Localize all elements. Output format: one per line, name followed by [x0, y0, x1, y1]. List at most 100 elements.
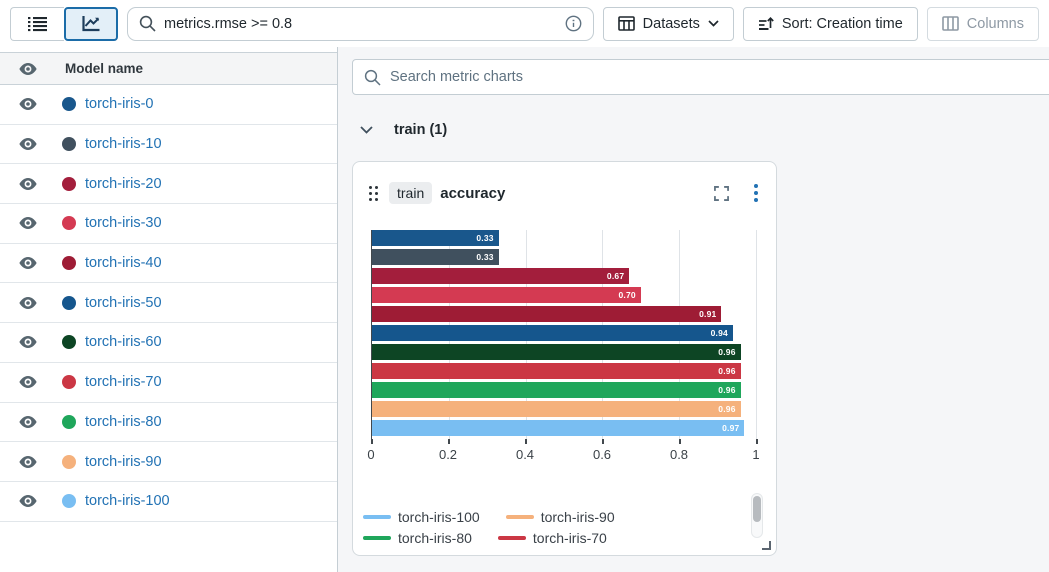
visibility-toggle-icon[interactable]: [19, 375, 39, 389]
run-color-dot: [62, 414, 76, 429]
list-view-button[interactable]: [10, 6, 64, 41]
bar-value-label: 0.33: [476, 251, 494, 262]
legend-item-torch-iris-70[interactable]: torch-iris-70: [497, 528, 607, 548]
chart-card-header: train accuracy: [353, 162, 776, 230]
visibility-toggle-icon[interactable]: [19, 177, 39, 191]
bar-row: 0.96: [372, 363, 756, 382]
metric-section-tag: train: [389, 182, 433, 204]
legend-item-torch-iris-90[interactable]: torch-iris-90: [505, 507, 615, 527]
runs-search-box: [127, 6, 594, 41]
columns-button[interactable]: Columns: [926, 6, 1039, 41]
visibility-toggle-icon[interactable]: [19, 415, 39, 429]
x-axis-ticks: [371, 439, 758, 445]
section-train[interactable]: train (1): [360, 122, 1049, 138]
chevron-down-icon: [708, 20, 719, 27]
tick-mark: [756, 439, 758, 444]
bar-row: 0.96: [372, 401, 756, 420]
model-row[interactable]: torch-iris-10: [0, 124, 337, 165]
visibility-toggle-icon[interactable]: [19, 256, 39, 270]
card-resize-handle[interactable]: [762, 541, 771, 550]
model-name-link[interactable]: torch-iris-40: [85, 255, 162, 271]
visibility-toggle-icon[interactable]: [19, 216, 39, 230]
tick-mark: [525, 439, 527, 444]
bar-row: 0.97: [372, 420, 756, 439]
bar-torch-iris-0[interactable]: 0.33: [372, 230, 499, 246]
model-row[interactable]: torch-iris-100: [0, 481, 337, 522]
metric-charts-search-box: [352, 59, 1049, 95]
model-row[interactable]: torch-iris-50: [0, 283, 337, 324]
bar-row: 0.33: [372, 230, 756, 249]
model-row[interactable]: torch-iris-40: [0, 243, 337, 284]
tick-label: 0.8: [669, 447, 689, 462]
run-color-dot: [62, 295, 76, 310]
bar-torch-iris-20[interactable]: 0.67: [372, 268, 630, 284]
bar-value-label: 0.67: [606, 270, 625, 281]
bar-torch-iris-30[interactable]: 0.70: [372, 287, 641, 303]
bar-value-label: 0.33: [476, 232, 494, 243]
metric-charts-search-input[interactable]: [390, 69, 1045, 85]
legend-color-line: [363, 515, 391, 519]
model-row[interactable]: torch-iris-30: [0, 204, 337, 244]
tick-label: 1: [752, 447, 760, 462]
x-axis-labels: 0 0.2 0.4 0.6 0.8 1: [367, 447, 760, 463]
bar-torch-iris-70[interactable]: 0.96: [372, 363, 741, 379]
model-name-link[interactable]: torch-iris-30: [85, 215, 162, 231]
bar-torch-iris-10[interactable]: 0.33: [372, 249, 499, 265]
bar-torch-iris-100[interactable]: 0.97: [372, 420, 745, 436]
bar-row: 0.96: [372, 344, 756, 363]
chart-view-button[interactable]: [64, 6, 118, 41]
drag-handle-icon[interactable]: [369, 185, 378, 201]
section-label: train (1): [394, 122, 448, 138]
visibility-toggle-icon[interactable]: [19, 335, 39, 349]
metric-charts-panel: train (1) train accuracy 0.33 0.33 0.67 0: [338, 47, 1049, 572]
model-name-link[interactable]: torch-iris-50: [85, 295, 162, 311]
legend-scrollbar-thumb[interactable]: [753, 496, 761, 522]
visibility-toggle-icon[interactable]: [19, 97, 39, 111]
search-input[interactable]: [164, 15, 557, 32]
bar-torch-iris-90[interactable]: 0.96: [372, 401, 741, 417]
visibility-toggle-icon[interactable]: [19, 137, 39, 151]
model-name-link[interactable]: torch-iris-10: [85, 136, 162, 152]
model-row[interactable]: torch-iris-80: [0, 402, 337, 443]
bar-row: 0.33: [372, 249, 756, 268]
model-row[interactable]: torch-iris-60: [0, 323, 337, 363]
model-row[interactable]: torch-iris-70: [0, 362, 337, 403]
model-name-link[interactable]: torch-iris-70: [85, 374, 162, 390]
model-row[interactable]: torch-iris-90: [0, 442, 337, 482]
sort-label: Sort: Creation time: [781, 15, 903, 32]
chart-legend: torch-iris-100 torch-iris-90 torch-iris-80…: [363, 507, 693, 548]
columns-icon: [941, 16, 959, 31]
visibility-column-icon[interactable]: [19, 62, 39, 76]
model-row[interactable]: torch-iris-0: [0, 85, 337, 125]
model-name-link[interactable]: torch-iris-80: [85, 414, 162, 430]
legend-scrollbar[interactable]: [751, 493, 763, 538]
bar-value-label: 0.96: [718, 346, 736, 357]
bar-value-label: 0.70: [618, 289, 636, 300]
bar-value-label: 0.97: [722, 422, 740, 433]
sort-button[interactable]: Sort: Creation time: [742, 6, 918, 41]
run-color-dot: [62, 335, 76, 350]
visibility-toggle-icon[interactable]: [19, 494, 39, 508]
visibility-toggle-icon[interactable]: [19, 455, 39, 469]
datasets-button[interactable]: Datasets: [602, 6, 734, 41]
runs-table-header: Model name: [0, 52, 337, 85]
model-row[interactable]: torch-iris-20: [0, 164, 337, 205]
search-icon: [364, 69, 381, 86]
fullscreen-icon[interactable]: [714, 185, 729, 201]
info-icon[interactable]: [565, 15, 582, 32]
model-name-link[interactable]: torch-iris-100: [85, 493, 170, 509]
top-toolbar: Datasets Sort: Creation time Columns: [0, 0, 1049, 47]
visibility-toggle-icon[interactable]: [19, 296, 39, 310]
legend-item-torch-iris-100[interactable]: torch-iris-100: [363, 507, 480, 527]
bar-torch-iris-60[interactable]: 0.96: [372, 344, 741, 360]
model-name-link[interactable]: torch-iris-60: [85, 334, 162, 350]
model-name-link[interactable]: torch-iris-0: [85, 96, 153, 112]
bar-torch-iris-40[interactable]: 0.91: [372, 306, 722, 322]
model-name-link[interactable]: torch-iris-90: [85, 454, 162, 470]
legend-item-torch-iris-80[interactable]: torch-iris-80: [363, 528, 472, 548]
bar-torch-iris-80[interactable]: 0.96: [372, 382, 741, 398]
chart-menu-icon[interactable]: [752, 182, 760, 204]
chevron-down-icon: [360, 126, 373, 134]
bar-torch-iris-50[interactable]: 0.94: [372, 325, 733, 341]
model-name-link[interactable]: torch-iris-20: [85, 176, 162, 192]
